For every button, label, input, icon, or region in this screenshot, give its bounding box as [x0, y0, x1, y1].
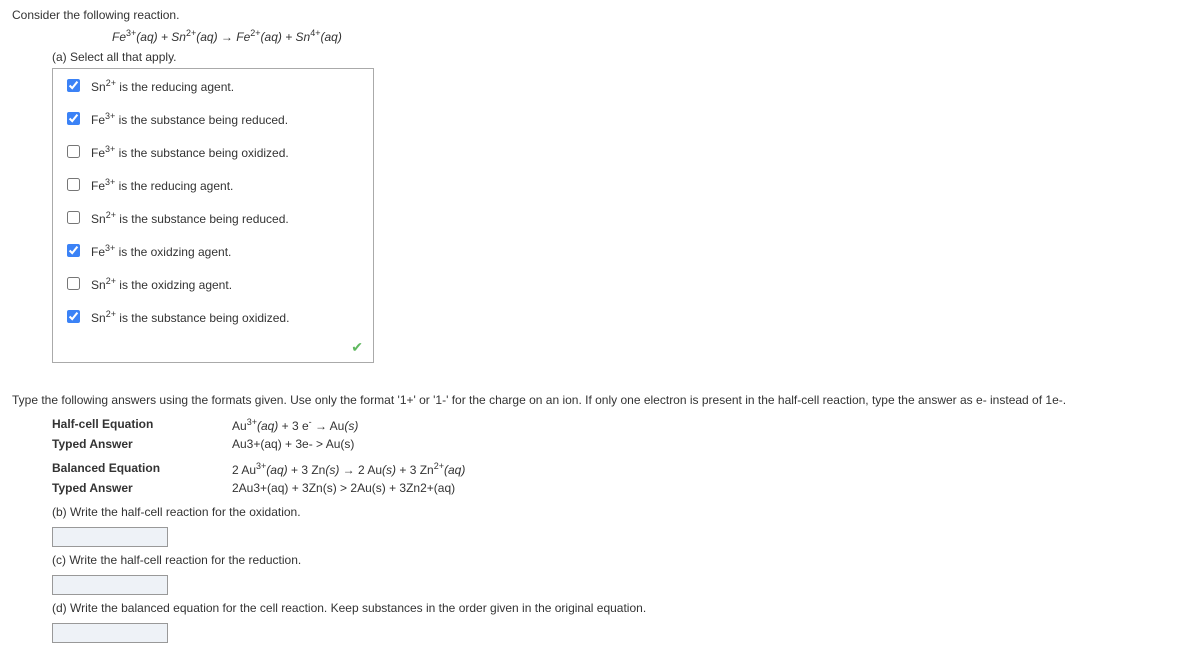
- checkbox-label: Sn2+ is the reducing agent.: [91, 78, 234, 94]
- checkbox-row: Sn2+ is the oxidzing agent.: [53, 267, 373, 300]
- half-cell-equation-value: Au3+(aq) + 3 e- → Au(s): [232, 417, 358, 433]
- typed-answer-label-1: Typed Answer: [52, 437, 202, 451]
- question-d-text: (d) Write the balanced equation for the …: [52, 601, 1188, 615]
- balanced-format-block: Balanced Equation 2 Au3+(aq) + 3 Zn(s) →…: [52, 461, 1188, 495]
- checkbox-option-7[interactable]: [67, 310, 80, 323]
- checkbox-row: Fe3+ is the substance being reduced.: [53, 102, 373, 135]
- checkbox-option-4[interactable]: [67, 211, 80, 224]
- checkbox-label: Fe3+ is the reducing agent.: [91, 177, 233, 193]
- checkbox-row: Sn2+ is the substance being reduced.: [53, 201, 373, 234]
- checkbox-option-5[interactable]: [67, 244, 80, 257]
- correct-feedback-icon: ✔: [53, 333, 373, 362]
- balanced-equation-value: 2 Au3+(aq) + 3 Zn(s) → 2 Au(s) + 3 Zn2+(…: [232, 461, 465, 477]
- question-c-text: (c) Write the half-cell reaction for the…: [52, 553, 1188, 567]
- checkbox-label: Fe3+ is the oxidzing agent.: [91, 243, 231, 259]
- checkbox-label: Fe3+ is the substance being reduced.: [91, 111, 288, 127]
- balanced-equation-label: Balanced Equation: [52, 461, 202, 477]
- checkbox-group: Sn2+ is the reducing agent. Fe3+ is the s…: [52, 68, 374, 363]
- half-cell-typed-value: Au3+(aq) + 3e- > Au(s): [232, 437, 354, 451]
- checkbox-option-2[interactable]: [67, 145, 80, 158]
- typed-answer-label-2: Typed Answer: [52, 481, 202, 495]
- checkbox-label: Fe3+ is the substance being oxidized.: [91, 144, 289, 160]
- checkbox-option-0[interactable]: [67, 79, 80, 92]
- balanced-typed-value: 2Au3+(aq) + 3Zn(s) > 2Au(s) + 3Zn2+(aq): [232, 481, 455, 495]
- answer-input-c[interactable]: [52, 575, 168, 595]
- intro-text: Consider the following reaction.: [12, 8, 1188, 22]
- half-cell-equation-label: Half-cell Equation: [52, 417, 202, 433]
- checkbox-option-6[interactable]: [67, 277, 80, 290]
- checkbox-label: Sn2+ is the substance being oxidized.: [91, 309, 289, 325]
- answer-input-b[interactable]: [52, 527, 168, 547]
- checkbox-row: Sn2+ is the substance being oxidized.: [53, 300, 373, 333]
- checkbox-option-1[interactable]: [67, 112, 80, 125]
- checkbox-label: Sn2+ is the oxidzing agent.: [91, 276, 232, 292]
- part-a-label: (a) Select all that apply.: [52, 50, 1188, 64]
- half-cell-format-block: Half-cell Equation Au3+(aq) + 3 e- → Au(…: [52, 417, 1188, 451]
- reaction-equation: Fe3+(aq) + Sn2+(aq) → Fe2+(aq) + Sn4+(aq…: [112, 28, 1188, 44]
- checkbox-option-3[interactable]: [67, 178, 80, 191]
- checkbox-row: Fe3+ is the reducing agent.: [53, 168, 373, 201]
- checkbox-row: Fe3+ is the substance being oxidized.: [53, 135, 373, 168]
- format-instructions: Type the following answers using the for…: [12, 393, 1188, 407]
- checkbox-row: Fe3+ is the oxidzing agent.: [53, 234, 373, 267]
- questions-block: (b) Write the half-cell reaction for the…: [52, 505, 1188, 643]
- answer-input-d[interactable]: [52, 623, 168, 643]
- checkbox-row: Sn2+ is the reducing agent.: [53, 69, 373, 102]
- checkbox-label: Sn2+ is the substance being reduced.: [91, 210, 289, 226]
- question-b-text: (b) Write the half-cell reaction for the…: [52, 505, 1188, 519]
